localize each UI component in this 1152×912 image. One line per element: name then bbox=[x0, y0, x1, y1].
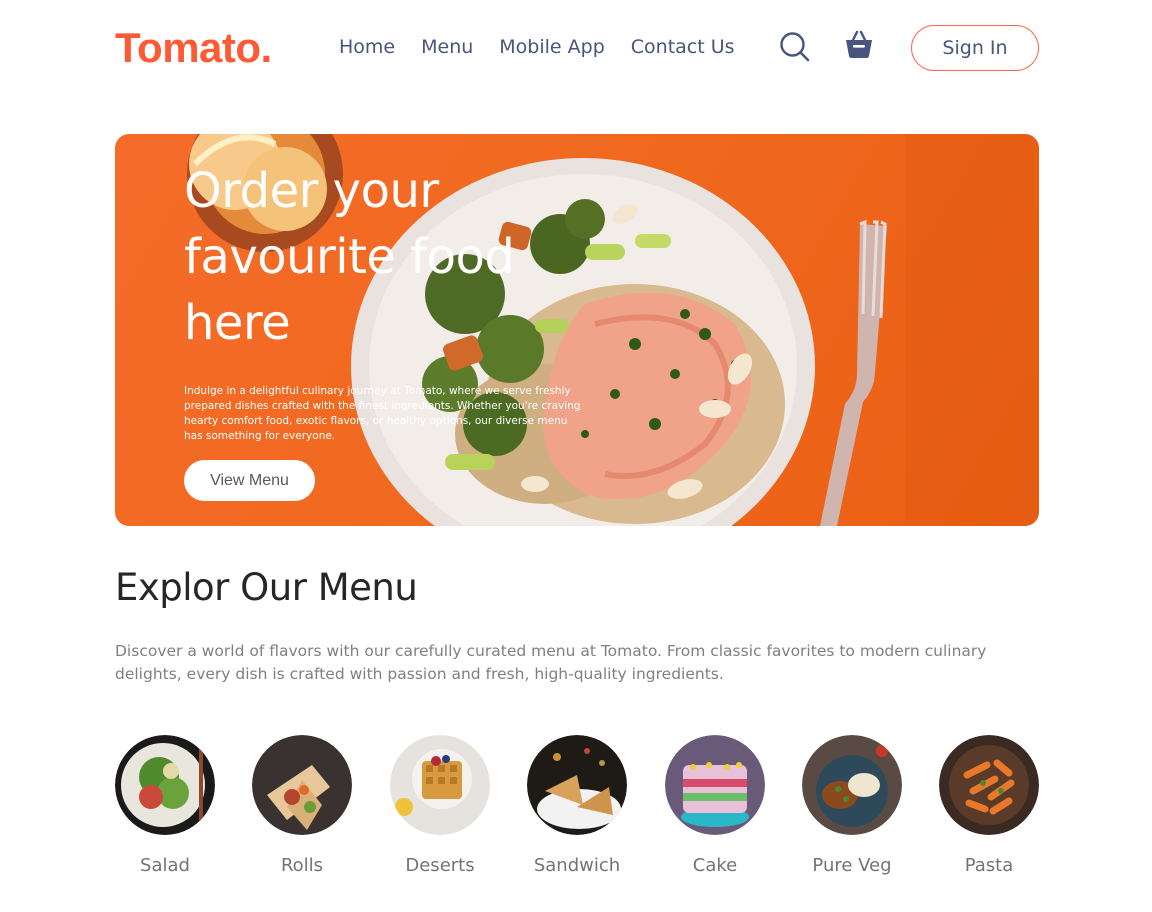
menu-item-label: Cake bbox=[692, 855, 738, 876]
view-menu-button[interactable]: View Menu bbox=[184, 460, 315, 501]
pure-veg-image bbox=[802, 735, 902, 835]
hero-banner: Order your favourite food here Indulge i… bbox=[115, 134, 1039, 526]
menu-category-list: Salad Rolls Deserts Sandwich Cake Pure V… bbox=[115, 735, 1039, 885]
menu-item-label: Sandwich bbox=[533, 855, 621, 876]
nav-link-home[interactable]: Home bbox=[339, 36, 395, 58]
hero-title: Order your favourite food here bbox=[184, 163, 515, 351]
menu-item-label: Pasta bbox=[964, 855, 1014, 876]
basket-icon[interactable] bbox=[843, 29, 875, 61]
menu-item-rolls[interactable]: Rolls bbox=[252, 735, 352, 876]
navbar: Tomato. Home Menu Mobile App Contact Us … bbox=[115, 22, 1039, 74]
menu-item-cake[interactable]: Cake bbox=[665, 735, 765, 876]
search-icon[interactable] bbox=[779, 31, 811, 63]
pasta-image bbox=[939, 735, 1039, 835]
menu-item-salad[interactable]: Salad bbox=[115, 735, 215, 876]
nav-links: Home Menu Mobile App Contact Us bbox=[339, 36, 735, 58]
salad-image bbox=[115, 735, 215, 835]
deserts-image bbox=[390, 735, 490, 835]
nav-link-contact-us[interactable]: Contact Us bbox=[631, 36, 735, 58]
cake-image bbox=[665, 735, 765, 835]
menu-item-label: Salad bbox=[140, 855, 190, 876]
rolls-image bbox=[252, 735, 352, 835]
sign-in-button[interactable]: Sign In bbox=[911, 25, 1039, 71]
menu-item-label: Deserts bbox=[405, 855, 475, 876]
sandwich-image bbox=[527, 735, 627, 835]
nav-link-menu[interactable]: Menu bbox=[421, 36, 473, 58]
menu-section-description: Discover a world of flavors with our car… bbox=[115, 642, 987, 683]
menu-item-sandwich[interactable]: Sandwich bbox=[527, 735, 627, 876]
menu-section-title: Explor Our Menu bbox=[115, 566, 418, 609]
menu-item-deserts[interactable]: Deserts bbox=[390, 735, 490, 876]
menu-item-label: Pure Veg bbox=[812, 855, 892, 876]
logo[interactable]: Tomato. bbox=[115, 24, 272, 72]
hero-content: Order your favourite food here Indulge i… bbox=[184, 158, 624, 501]
hero-description: Indulge in a delightful culinary journey… bbox=[184, 385, 581, 442]
nav-link-mobile-app[interactable]: Mobile App bbox=[499, 36, 604, 58]
menu-item-pure-veg[interactable]: Pure Veg bbox=[802, 735, 902, 876]
menu-item-label: Rolls bbox=[280, 855, 324, 876]
menu-item-pasta[interactable]: Pasta bbox=[939, 735, 1039, 876]
